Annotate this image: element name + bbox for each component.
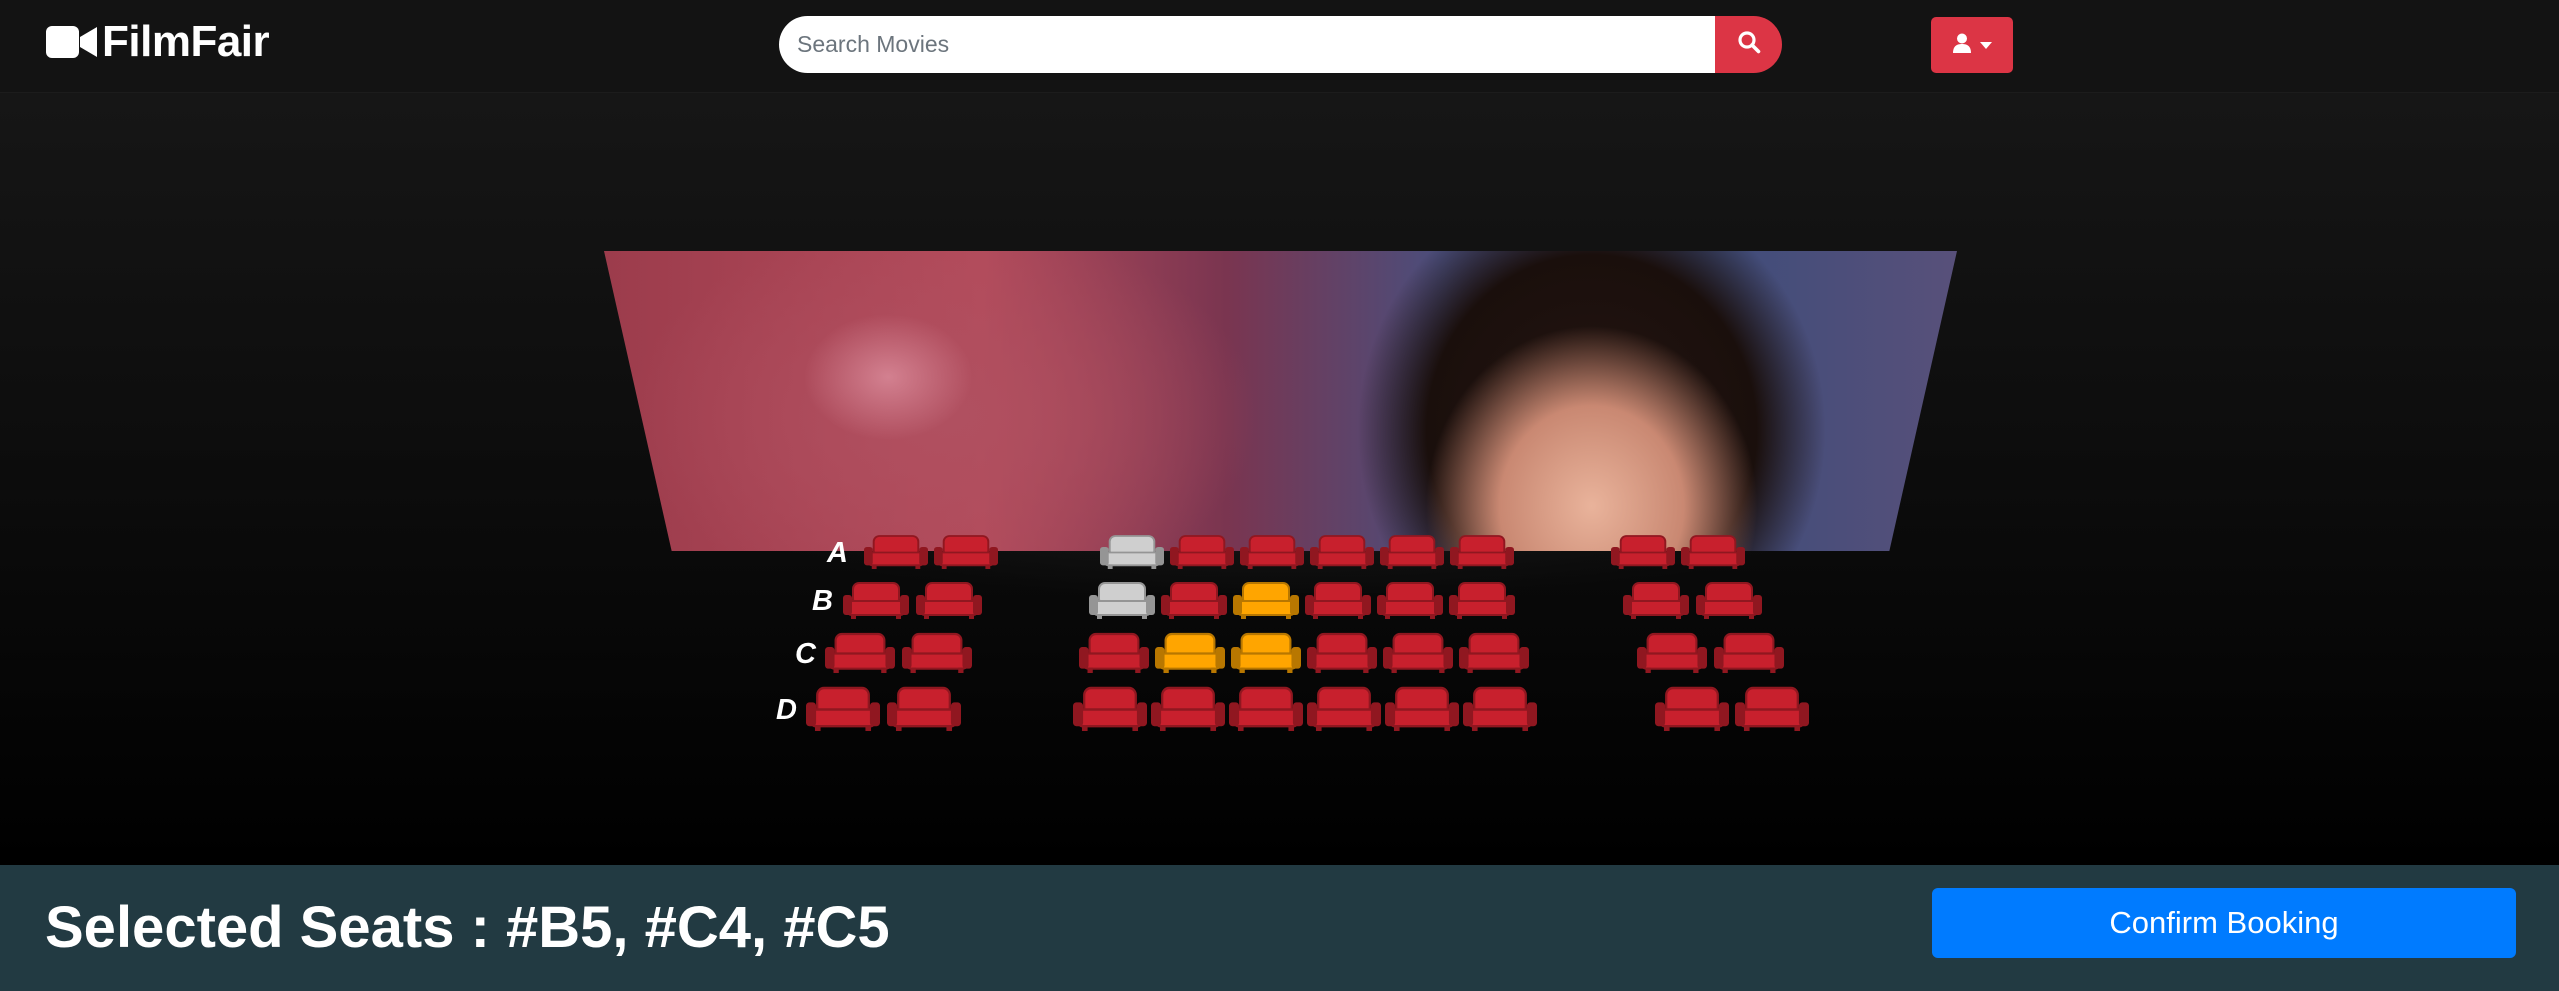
seat-c6[interactable] [1307,632,1377,673]
seat-d6[interactable] [1307,686,1381,731]
chevron-down-icon [1979,41,1992,49]
seat-a7[interactable] [1380,535,1444,569]
seat-b2[interactable] [916,582,982,619]
seat-a9[interactable] [1611,535,1675,569]
seat-d4[interactable] [1151,686,1225,731]
seat-a10[interactable] [1681,535,1745,569]
seat-d8[interactable] [1463,686,1537,731]
seat-d3[interactable] [1073,686,1147,731]
seat-d9[interactable] [1655,686,1729,731]
row-label-a: A [827,537,848,569]
selected-seats-summary: Selected Seats : #B5, #C4, #C5 [45,895,890,960]
seat-a4[interactable] [1170,535,1234,569]
theatre-area: ABCD [0,93,2559,865]
seat-a1[interactable] [864,535,928,569]
seat-d10[interactable] [1735,686,1809,731]
search-icon [1737,30,1761,59]
seat-c5[interactable] [1231,632,1301,673]
navbar: FilmFair [0,0,2559,93]
seat-b1[interactable] [843,582,909,619]
seat-c3[interactable] [1079,632,1149,673]
brand-logo[interactable]: FilmFair [46,16,270,68]
user-menu-button[interactable] [1931,17,2013,73]
seat-map: ABCD [0,93,2559,865]
search-button[interactable] [1715,16,1782,73]
seat-d2[interactable] [887,686,961,731]
seat-b10[interactable] [1696,582,1762,619]
brand-name: FilmFair [102,17,270,66]
seat-b9[interactable] [1623,582,1689,619]
seat-c7[interactable] [1383,632,1453,673]
seat-d7[interactable] [1385,686,1459,731]
seat-b7[interactable] [1377,582,1443,619]
seat-c10[interactable] [1714,632,1784,673]
seat-a8[interactable] [1450,535,1514,569]
booking-footer: Selected Seats : #B5, #C4, #C5 Confirm B… [0,865,2559,991]
seat-b3[interactable] [1089,582,1155,619]
search-bar [779,16,1782,73]
seat-d5[interactable] [1229,686,1303,731]
user-icon [1952,33,1971,58]
seat-a2[interactable] [934,535,998,569]
seat-b8[interactable] [1449,582,1515,619]
seat-c8[interactable] [1459,632,1529,673]
row-label-b: B [812,585,833,617]
seat-c9[interactable] [1637,632,1707,673]
seat-a5[interactable] [1240,535,1304,569]
seat-c1[interactable] [825,632,895,673]
seat-a6[interactable] [1310,535,1374,569]
row-label-c: C [795,638,816,670]
seat-a3[interactable] [1100,535,1164,569]
seat-c4[interactable] [1155,632,1225,673]
seat-d1[interactable] [806,686,880,731]
row-label-d: D [776,694,797,726]
seat-b6[interactable] [1305,582,1371,619]
seat-b4[interactable] [1161,582,1227,619]
video-camera-icon [46,25,98,59]
search-input[interactable] [779,16,1715,73]
seat-b5[interactable] [1233,582,1299,619]
seat-c2[interactable] [902,632,972,673]
confirm-booking-button[interactable]: Confirm Booking [1932,888,2516,958]
